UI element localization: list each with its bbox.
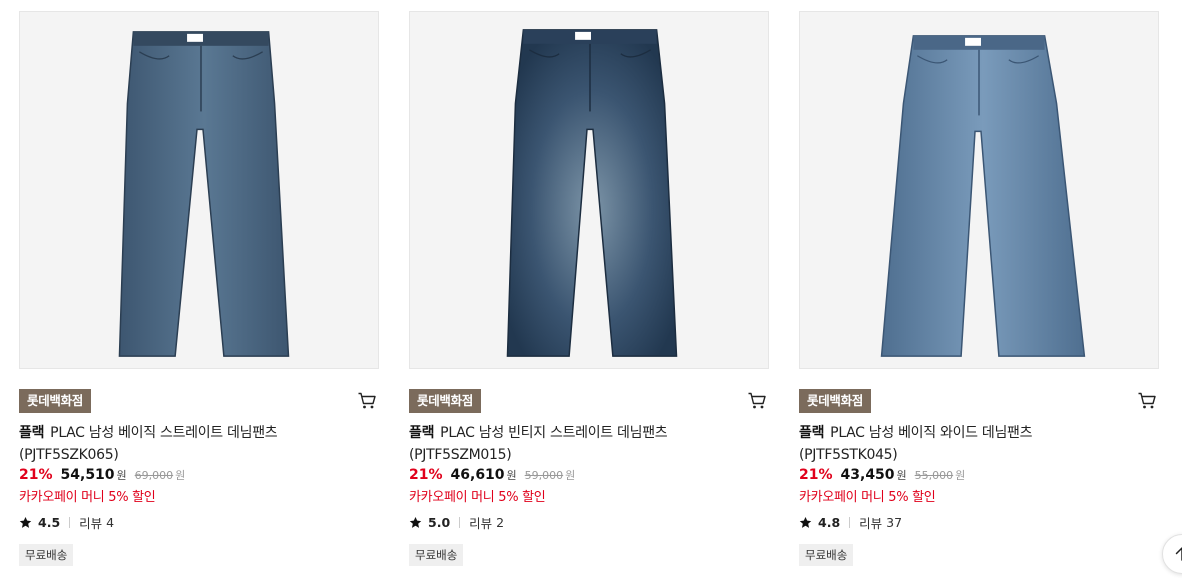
add-to-cart-button[interactable]	[357, 391, 377, 411]
free-shipping-badge: 무료배송	[799, 544, 854, 566]
jeans-vintage-image	[506, 29, 678, 357]
original-currency-label: 원	[565, 469, 576, 482]
brand-name: 플랙	[19, 425, 45, 441]
promo-text: 카카오페이 머니 5% 할인	[19, 490, 156, 505]
free-shipping-badge: 무료배송	[19, 544, 74, 566]
original-currency-label: 원	[955, 469, 966, 482]
currency-label: 원	[896, 469, 907, 482]
promo-text: 카카오페이 머니 5% 할인	[409, 490, 546, 505]
original-currency-label: 원	[175, 469, 186, 482]
product-name: PLAC 남성 베이직 스트레이트 데님팬츠	[50, 425, 278, 441]
product-image[interactable]	[19, 11, 379, 369]
original-price: 55,000	[914, 469, 954, 482]
currency-label: 원	[116, 469, 127, 482]
add-to-cart-button[interactable]	[1137, 391, 1157, 411]
product-card[interactable]: 롯데백화점 플랙 PLAC 남성 빈티지 스트레이트 데님팬츠 (PJTF5SZM…	[409, 11, 769, 566]
cart-icon	[1138, 392, 1156, 409]
rating-value: 4.5	[38, 514, 61, 530]
discount-rate: 21%	[799, 467, 833, 483]
divider	[849, 516, 851, 528]
jeans-straight-image	[118, 31, 290, 357]
product-image[interactable]	[409, 11, 769, 369]
rating-value: 5.0	[428, 514, 451, 530]
original-price: 69,000	[134, 469, 174, 482]
discount-rate: 21%	[409, 467, 443, 483]
original-price: 59,000	[524, 469, 564, 482]
rating-row: 4.5 리뷰 4	[19, 513, 379, 531]
add-to-cart-button[interactable]	[747, 391, 767, 411]
product-code: (PJTF5STK045)	[799, 447, 898, 463]
arrow-up-icon	[1175, 547, 1182, 561]
rating-value: 4.8	[818, 514, 841, 530]
store-badge: 롯데백화점	[799, 389, 872, 413]
currency-label: 원	[506, 469, 517, 482]
rating-row: 5.0 리뷰 2	[409, 513, 769, 531]
discount-rate: 21%	[19, 467, 53, 483]
product-name: PLAC 남성 베이직 와이드 데님팬츠	[830, 425, 1033, 441]
divider	[459, 516, 461, 528]
product-card[interactable]: 롯데백화점 플랙 PLAC 남성 베이직 스트레이트 데님팬츠 (PJTF5SZK…	[19, 11, 379, 566]
product-code: (PJTF5SZK065)	[19, 447, 119, 463]
product-image[interactable]	[799, 11, 1159, 369]
divider	[69, 516, 71, 528]
review-count: 2	[496, 514, 505, 530]
store-badge: 롯데백화점	[409, 389, 482, 413]
review-count: 4	[106, 514, 115, 530]
jeans-wide-image	[880, 35, 1086, 357]
product-title[interactable]: 플랙 PLAC 남성 베이직 스트레이트 데님팬츠 (PJTF5SZK065)	[19, 422, 379, 466]
star-icon	[19, 516, 32, 528]
store-badge: 롯데백화점	[19, 389, 92, 413]
sale-price: 43,450	[840, 467, 895, 483]
sale-price: 46,610	[450, 467, 505, 483]
review-label: 리뷰	[79, 515, 103, 531]
star-icon	[799, 516, 812, 528]
product-title[interactable]: 플랙 PLAC 남성 빈티지 스트레이트 데님팬츠 (PJTF5SZM015)	[409, 422, 769, 466]
sale-price: 54,510	[60, 467, 115, 483]
price-row: 21% 46,610 원 59,000 원	[409, 467, 769, 489]
cart-icon	[358, 392, 376, 409]
star-icon	[409, 516, 422, 528]
promo-text: 카카오페이 머니 5% 할인	[799, 490, 936, 505]
review-count: 37	[886, 514, 903, 530]
cart-icon	[748, 392, 766, 409]
brand-name: 플랙	[409, 425, 435, 441]
product-title[interactable]: 플랙 PLAC 남성 베이직 와이드 데님팬츠 (PJTF5STK045)	[799, 422, 1159, 466]
brand-name: 플랙	[799, 425, 825, 441]
free-shipping-badge: 무료배송	[409, 544, 464, 566]
review-label: 리뷰	[469, 515, 493, 531]
rating-row: 4.8 리뷰 37	[799, 513, 1159, 531]
product-card[interactable]: 롯데백화점 플랙 PLAC 남성 베이직 와이드 데님팬츠 (PJTF5STK04…	[799, 11, 1159, 566]
price-row: 21% 54,510 원 69,000 원	[19, 467, 379, 489]
product-name: PLAC 남성 빈티지 스트레이트 데님팬츠	[440, 425, 668, 441]
product-code: (PJTF5SZM015)	[409, 447, 512, 463]
product-grid: 롯데백화점 플랙 PLAC 남성 베이직 스트레이트 데님팬츠 (PJTF5SZK…	[0, 0, 1182, 578]
review-label: 리뷰	[859, 515, 883, 531]
price-row: 21% 43,450 원 55,000 원	[799, 467, 1159, 489]
